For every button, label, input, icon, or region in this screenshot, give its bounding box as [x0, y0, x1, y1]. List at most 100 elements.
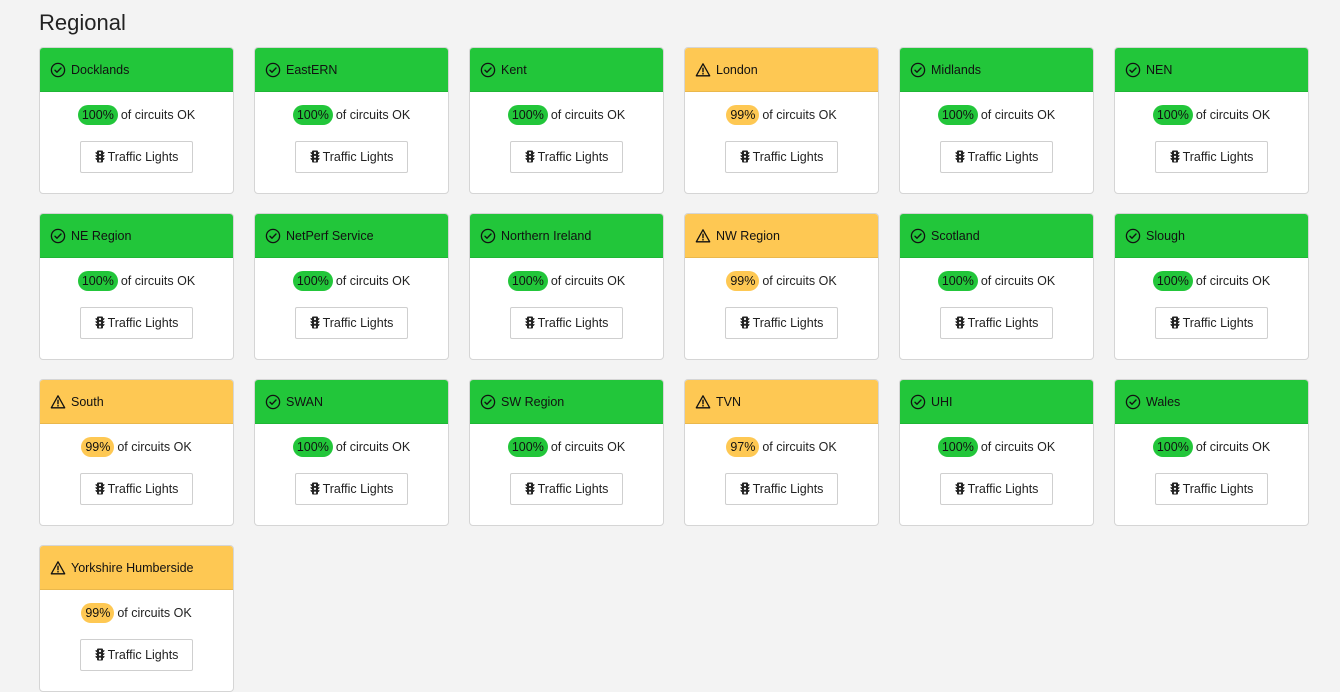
region-card-header[interactable]: SW Region [470, 380, 663, 424]
check-circle-icon [1125, 228, 1141, 244]
region-card: Scotland 100% of circuits OK Traffic Lig… [899, 213, 1094, 360]
traffic-lights-button[interactable]: Traffic Lights [80, 473, 193, 505]
region-card-header[interactable]: TVN [685, 380, 878, 424]
traffic-lights-button[interactable]: Traffic Lights [1155, 141, 1268, 173]
traffic-lights-button[interactable]: Traffic Lights [940, 307, 1053, 339]
region-card-body: 99% of circuits OK Traffic Lights [685, 258, 878, 359]
circuit-stat: 100% of circuits OK [507, 437, 626, 457]
region-card: SW Region 100% of circuits OK Traffic Li… [469, 379, 664, 526]
region-card-header[interactable]: London [685, 48, 878, 92]
check-circle-icon [265, 62, 281, 78]
region-card-header[interactable]: NE Region [40, 214, 233, 258]
region-card-body: 100% of circuits OK Traffic Lights [900, 92, 1093, 193]
traffic-light-icon [524, 316, 535, 330]
region-card: SWAN 100% of circuits OK Traffic Lights [254, 379, 449, 526]
region-card-header[interactable]: Midlands [900, 48, 1093, 92]
region-card-header[interactable]: NetPerf Service [255, 214, 448, 258]
stat-suffix: of circuits OK [762, 440, 837, 454]
region-card: NW Region 99% of circuits OK Traffic Lig… [684, 213, 879, 360]
traffic-lights-button-label: Traffic Lights [967, 482, 1039, 496]
traffic-light-icon [94, 150, 105, 164]
region-card-header[interactable]: EastERN [255, 48, 448, 92]
traffic-lights-button-label: Traffic Lights [967, 316, 1039, 330]
percent-badge: 99% [81, 603, 115, 623]
check-circle-icon [1125, 394, 1141, 410]
region-card-header[interactable]: Docklands [40, 48, 233, 92]
traffic-light-icon [309, 316, 320, 330]
traffic-lights-button[interactable]: Traffic Lights [80, 307, 193, 339]
circuit-stat: 100% of circuits OK [292, 105, 411, 125]
traffic-lights-button-label: Traffic Lights [537, 150, 609, 164]
percent-badge: 100% [77, 271, 118, 291]
region-card-body: 100% of circuits OK Traffic Lights [1115, 424, 1308, 525]
stat-suffix: of circuits OK [980, 108, 1056, 122]
traffic-lights-button[interactable]: Traffic Lights [1155, 307, 1268, 339]
traffic-lights-button[interactable]: Traffic Lights [510, 141, 623, 173]
traffic-light-icon [94, 648, 105, 662]
circuit-stat: 99% of circuits OK [726, 271, 837, 291]
region-card-body: 97% of circuits OK Traffic Lights [685, 424, 878, 525]
traffic-lights-button[interactable]: Traffic Lights [725, 473, 838, 505]
traffic-lights-button-label: Traffic Lights [107, 482, 179, 496]
stat-suffix: of circuits OK [1195, 274, 1271, 288]
traffic-lights-button[interactable]: Traffic Lights [940, 473, 1053, 505]
warning-triangle-icon [695, 394, 711, 410]
traffic-lights-button[interactable]: Traffic Lights [295, 307, 408, 339]
region-card: NE Region 100% of circuits OK Traffic Li… [39, 213, 234, 360]
circuit-stat: 100% of circuits OK [507, 271, 625, 291]
circuit-stat: 100% of circuits OK [937, 271, 1055, 291]
traffic-lights-button[interactable]: Traffic Lights [80, 141, 193, 173]
traffic-lights-button[interactable]: Traffic Lights [80, 639, 193, 671]
region-card-body: 100% of circuits OK Traffic Lights [40, 258, 233, 359]
region-card-header[interactable]: SWAN [255, 380, 448, 424]
stat-suffix: of circuits OK [550, 440, 626, 454]
region-name: Scotland [931, 228, 980, 243]
traffic-lights-button[interactable]: Traffic Lights [295, 141, 408, 173]
circuit-stat: 100% of circuits OK [507, 105, 625, 125]
region-card-header[interactable]: Yorkshire Humberside [40, 546, 233, 590]
stat-suffix: of circuits OK [335, 108, 411, 122]
region-card-header[interactable]: Wales [1115, 380, 1308, 424]
traffic-lights-button-label: Traffic Lights [752, 150, 824, 164]
region-card-header[interactable]: Slough [1115, 214, 1308, 258]
stat-suffix: of circuits OK [117, 440, 192, 454]
percent-badge: 100% [507, 271, 548, 291]
region-name: Yorkshire Humberside [71, 560, 194, 575]
traffic-light-icon [739, 482, 750, 496]
region-name: SWAN [286, 394, 324, 409]
stat-suffix: of circuits OK [762, 274, 837, 288]
circuit-stat: 100% of circuits OK [292, 437, 410, 457]
region-card-header[interactable]: NEN [1115, 48, 1308, 92]
traffic-lights-button[interactable]: Traffic Lights [510, 473, 623, 505]
traffic-lights-button[interactable]: Traffic Lights [510, 307, 623, 339]
check-circle-icon [910, 62, 926, 78]
region-name: NW Region [716, 228, 780, 243]
traffic-lights-button[interactable]: Traffic Lights [1155, 473, 1268, 505]
percent-badge: 100% [292, 105, 333, 125]
check-circle-icon [50, 228, 66, 244]
region-card-header[interactable]: UHI [900, 380, 1093, 424]
traffic-light-icon [954, 482, 965, 496]
stat-suffix: of circuits OK [120, 274, 196, 288]
percent-badge: 100% [937, 437, 978, 457]
region-card-header[interactable]: NW Region [685, 214, 878, 258]
traffic-lights-button-label: Traffic Lights [537, 482, 609, 496]
warning-triangle-icon [50, 560, 66, 576]
stat-suffix: of circuits OK [980, 440, 1056, 454]
region-card-header[interactable]: South [40, 380, 233, 424]
traffic-light-icon [739, 150, 750, 164]
traffic-lights-button[interactable]: Traffic Lights [940, 141, 1053, 173]
region-card-body: 99% of circuits OK Traffic Lights [685, 92, 878, 193]
region-card-body: 100% of circuits OK Traffic Lights [470, 258, 663, 359]
traffic-lights-button-label: Traffic Lights [752, 482, 824, 496]
region-card-header[interactable]: Northern Ireland [470, 214, 663, 258]
region-card-body: 99% of circuits OK Traffic Lights [40, 424, 233, 525]
traffic-light-icon [1169, 150, 1180, 164]
region-card-header[interactable]: Kent [470, 48, 663, 92]
region-card-header[interactable]: Scotland [900, 214, 1093, 258]
region-name: Northern Ireland [501, 228, 592, 243]
traffic-lights-button[interactable]: Traffic Lights [725, 307, 838, 339]
traffic-lights-button[interactable]: Traffic Lights [295, 473, 408, 505]
traffic-lights-button[interactable]: Traffic Lights [725, 141, 838, 173]
circuit-stat: 100% of circuits OK [937, 437, 1056, 457]
